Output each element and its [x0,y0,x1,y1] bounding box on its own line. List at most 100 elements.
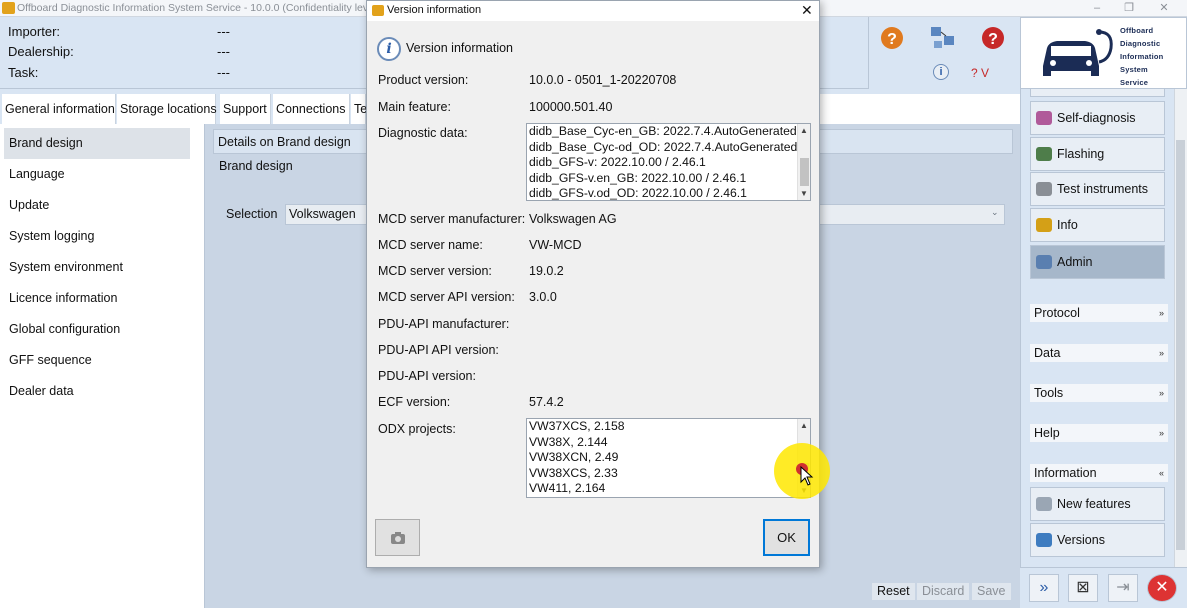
exit-icon[interactable]: ⇥ [1108,574,1138,602]
chevron-down-icon[interactable]: ⌄ [991,207,999,218]
expand-icon: » [1158,388,1164,398]
nav-global-configuration[interactable]: Global configuration [4,314,190,345]
nav-gff-sequence[interactable]: GFF sequence [4,345,190,376]
mcd-manufacturer-value: Volkswagen AG [529,212,617,226]
camera-icon [390,532,405,544]
new-features-icon [1036,497,1052,511]
section-label: Data [1034,346,1061,360]
product-version-value: 10.0.0 - 0501_1-20220708 [529,73,677,87]
forward-icon[interactable]: » [1029,574,1059,602]
odx-projects-list[interactable]: VW37XCS, 2.158 VW38X, 2.144 VW38XCN, 2.4… [526,418,811,498]
diagnostic-data-list[interactable]: didb_Base_Cyc-en_GB: 2022.7.4.AutoGenera… [526,123,811,201]
chevron-down-icon[interactable]: ▼ [800,189,808,198]
nav-brand-design[interactable]: Brand design [4,128,190,159]
sidebar-admin[interactable]: Admin [1030,245,1165,279]
sidebar-label: Admin [1057,255,1093,269]
mcd-name-value: VW-MCD [529,238,582,252]
list-item: VW38X, 2.144 [529,434,608,449]
tab-connections[interactable]: Connections [273,94,350,124]
dealership-label: Dealership: [8,44,74,59]
sidebar-info[interactable]: Info [1030,208,1165,242]
brand-line: Diagnostic [1120,39,1161,48]
screenshot-icon[interactable]: ⊠ [1068,574,1098,602]
nav-language[interactable]: Language [4,159,190,190]
dialog-heading: Version information [406,41,514,55]
tab-support[interactable]: Support [220,94,271,124]
info-icon[interactable]: i [933,64,949,80]
close-window-button[interactable]: ✕ [1155,1,1173,15]
list-scrollbar-thumb[interactable] [800,158,809,186]
window-title: Offboard Diagnostic Information System S… [17,2,380,14]
brand-line: System [1120,65,1148,74]
nav-dealer-data[interactable]: Dealer data [4,376,190,407]
dealership-value: --- [217,44,230,59]
list-item: VW38XCN, 2.49 [529,450,619,464]
sidebar-self-diagnosis[interactable]: Self-diagnosis [1030,101,1165,135]
sidebar-test-instruments[interactable]: Test instruments [1030,172,1165,206]
task-value: --- [217,65,230,80]
section-tools[interactable]: Tools » [1030,384,1168,402]
sidebar-new-features[interactable]: New features [1030,487,1165,521]
network-icon[interactable] [928,24,958,52]
chevron-up-icon[interactable]: ▲ [800,126,808,135]
ecf-version-value: 57.4.2 [529,395,564,409]
sidebar-scrollbar-thumb[interactable] [1176,140,1185,550]
ok-button[interactable]: OK [763,519,810,556]
tab-storage-locations[interactable]: Storage locations [117,94,217,124]
minimize-button[interactable]: – [1088,1,1106,15]
reset-button[interactable]: Reset [872,583,915,600]
section-information[interactable]: Information « [1030,464,1168,482]
sidebar-label: New features [1057,497,1131,511]
sidebar-label: Self-diagnosis [1057,111,1136,125]
main-feature-label: Main feature: [378,100,451,114]
help-red-icon[interactable]: ? [877,24,907,52]
dialog-app-icon [372,5,384,16]
close-app-icon[interactable]: ✕ [1147,574,1177,602]
list-scrollbar[interactable]: ▲ ▼ [797,124,810,200]
discard-button[interactable]: Discard [917,583,970,600]
dialog-title: Version information [387,4,482,16]
nav-update[interactable]: Update [4,190,190,221]
section-label: Protocol [1034,306,1080,320]
section-data[interactable]: Data » [1030,344,1168,362]
car-stethoscope-icon [1043,29,1113,76]
pdu-manufacturer-label: PDU-API manufacturer: [378,317,510,331]
mcd-manufacturer-label: MCD server manufacturer: [378,212,526,226]
nav-licence-information[interactable]: Licence information [4,283,190,314]
collapse-icon: « [1158,468,1164,478]
ecf-version-label: ECF version: [378,395,451,409]
tab-test[interactable]: Te [351,94,367,124]
mcd-api-version-label: MCD server API version: [378,290,515,304]
section-help[interactable]: Help » [1030,424,1168,442]
versions-icon [1036,533,1052,547]
nav-system-logging[interactable]: System logging [4,221,190,252]
brand-logo: Offboard Diagnostic Information System S… [1020,17,1187,89]
dialog-close-button[interactable]: ✕ [801,2,813,19]
save-button[interactable]: Save [972,583,1011,600]
mcd-version-value: 19.0.2 [529,264,564,278]
importer-value: --- [217,24,230,39]
sidebar-versions[interactable]: Versions [1030,523,1165,557]
sidebar-label: Info [1057,218,1078,232]
sidebar-label: Versions [1057,533,1105,547]
section-label: Tools [1034,386,1064,400]
section-protocol[interactable]: Protocol » [1030,304,1168,322]
expand-icon: » [1158,348,1164,358]
nav-system-environment[interactable]: System environment [4,252,190,283]
list-item: VW37XCS, 2.158 [529,419,625,433]
section-label: Information [1034,466,1097,480]
sidebar-flashing[interactable]: Flashing [1030,137,1165,171]
help-icon[interactable]: ? [978,24,1008,52]
list-item: didb_Base_Cyc-od_OD: 2022.7.4.AutoGenera… [529,139,798,154]
task-label: Task: [8,65,39,80]
chevron-up-icon[interactable]: ▲ [800,421,808,430]
version-hint[interactable]: ? V [971,66,989,80]
maximize-button[interactable]: ❐ [1120,1,1138,15]
camera-button[interactable] [375,519,420,556]
expand-icon: » [1158,308,1164,318]
section-label: Help [1034,426,1060,440]
brand-text: Offboard Diagnostic Information System S… [1120,24,1163,89]
sidebar-label: Flashing [1057,147,1105,161]
tab-general-information[interactable]: General information [2,94,116,124]
selection-label: Selection [226,207,278,221]
